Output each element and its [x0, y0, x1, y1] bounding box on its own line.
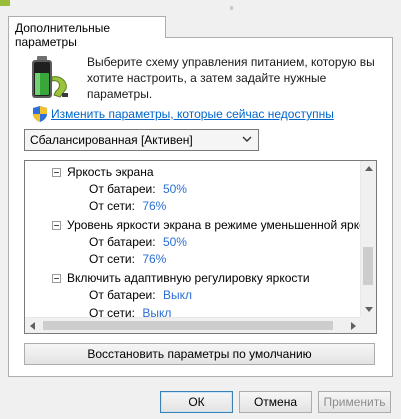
- scroll-right-arrow-icon[interactable]: [351, 322, 356, 330]
- collapse-toggle-icon[interactable]: [52, 274, 61, 283]
- tree-item-on-battery[interactable]: От батареи: 50%: [89, 182, 187, 200]
- scrollbar-corner: [360, 317, 376, 333]
- window-top-strip: [0, 0, 401, 10]
- tree-group-label: Уровень яркости экрана в режиме уменьшен…: [67, 218, 361, 232]
- setting-label: От сети:: [89, 199, 135, 213]
- divider: [230, 6, 233, 10]
- tree-item-plugged-in[interactable]: От сети: 76%: [89, 252, 166, 270]
- tab-label: Дополнительные параметры: [15, 21, 110, 49]
- power-plan-value: Сбалансированная [Активен]: [30, 133, 193, 147]
- scroll-left-arrow-icon[interactable]: [30, 322, 35, 330]
- settings-tree-content: Яркость экрана От батареи: 50% От сети: …: [25, 161, 361, 317]
- setting-value[interactable]: 76%: [142, 199, 166, 213]
- setting-label: От сети:: [89, 306, 135, 317]
- setting-label: От батареи:: [89, 288, 156, 302]
- setting-value[interactable]: 76%: [142, 252, 166, 266]
- ok-button[interactable]: ОК: [160, 391, 233, 413]
- uac-shield-icon: [33, 106, 47, 122]
- tree-group-label: Включить адаптивную регулировку яркости: [67, 271, 310, 285]
- tree-group-adaptive-brightness[interactable]: Включить адаптивную регулировку яркости: [25, 270, 361, 288]
- restore-defaults-button[interactable]: Восстановить параметры по умолчанию: [24, 343, 375, 365]
- tree-group-dimmed-brightness[interactable]: Уровень яркости экрана в режиме уменьшен…: [25, 217, 361, 235]
- power-plan-dropdown[interactable]: Сбалансированная [Активен]: [24, 129, 259, 151]
- battery-power-icon: [32, 56, 68, 98]
- setting-value[interactable]: Выкл: [163, 288, 192, 302]
- intro-text: Выберите схему управления питанием, кото…: [87, 55, 375, 101]
- vertical-scrollbar[interactable]: [360, 161, 376, 317]
- horizontal-scrollbar[interactable]: [25, 317, 361, 333]
- tree-item-on-battery[interactable]: От батареи: Выкл: [89, 288, 192, 306]
- horizontal-scroll-thumb[interactable]: [43, 321, 333, 330]
- vertical-scroll-thumb[interactable]: [363, 247, 373, 285]
- tree-item-on-battery[interactable]: От батареи: 50%: [89, 235, 187, 253]
- setting-label: От батареи:: [89, 182, 156, 196]
- setting-value[interactable]: Выкл: [142, 306, 171, 317]
- setting-label: От батареи:: [89, 235, 156, 249]
- tree-group-label: Яркость экрана: [67, 165, 154, 179]
- scroll-down-arrow-icon[interactable]: [365, 307, 373, 312]
- collapse-toggle-icon[interactable]: [52, 168, 61, 177]
- setting-label: От сети:: [89, 252, 135, 266]
- setting-value[interactable]: 50%: [163, 235, 187, 249]
- cancel-button[interactable]: Отмена: [239, 391, 312, 413]
- settings-tree[interactable]: Яркость экрана От батареи: 50% От сети: …: [24, 160, 377, 334]
- tree-item-plugged-in[interactable]: От сети: 76%: [89, 199, 166, 217]
- tree-group-screen-brightness[interactable]: Яркость экрана: [25, 164, 361, 182]
- collapse-toggle-icon[interactable]: [52, 221, 61, 230]
- tree-item-plugged-in[interactable]: От сети: Выкл: [89, 306, 171, 317]
- apply-button[interactable]: Применить: [318, 391, 391, 413]
- change-unavailable-settings-link[interactable]: Изменить параметры, которые сейчас недос…: [51, 107, 334, 121]
- setting-value[interactable]: 50%: [163, 182, 187, 196]
- chevron-down-icon: [242, 136, 252, 142]
- scroll-up-arrow-icon[interactable]: [365, 166, 373, 171]
- app-icon: [0, 0, 10, 6]
- tab-advanced-settings[interactable]: Дополнительные параметры: [8, 16, 166, 49]
